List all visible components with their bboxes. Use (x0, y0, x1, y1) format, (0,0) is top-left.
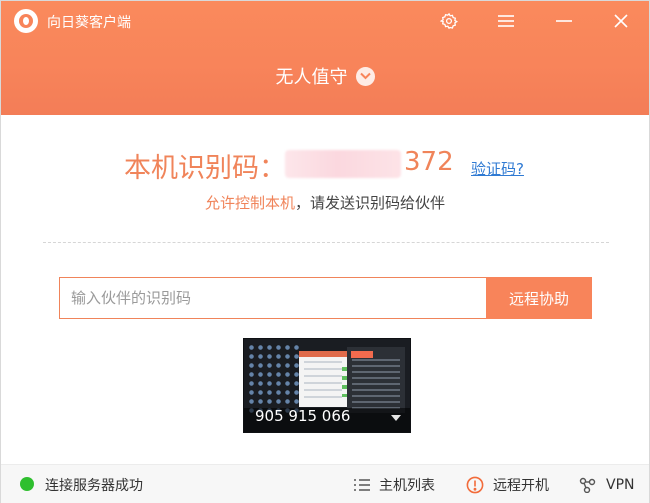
menu-button[interactable] (493, 8, 519, 34)
online-status-icon (20, 477, 34, 491)
list-icon (354, 478, 370, 491)
app-window: 向日葵客户端 无人值守 本机识别码： 372 验证码? 允许控制本机，请发送识别… (0, 0, 650, 503)
chevron-down-icon (355, 66, 375, 86)
desktop-icons-area (247, 343, 299, 413)
identity-code-redacted (285, 150, 401, 178)
vpn-label: VPN (606, 476, 635, 493)
section-divider (43, 242, 609, 243)
remote-boot-button[interactable]: 远程开机 (466, 465, 549, 503)
minimize-button[interactable] (551, 8, 577, 34)
sunflower-logo-icon (14, 9, 38, 33)
statusbar: 连接服务器成功 主机列表 远程开机 VPN (1, 464, 649, 503)
vpn-nodes-icon (579, 477, 596, 493)
mode-selector: 无人值守 (1, 63, 649, 89)
hint-text: ，请发送识别码给伙伴 (295, 194, 446, 212)
mode-label: 无人值守 (275, 67, 348, 88)
host-list-label: 主机列表 (379, 477, 435, 494)
close-button[interactable] (608, 8, 634, 34)
desktop-preview-thumbnail[interactable]: 905 915 066 (243, 338, 411, 433)
partner-connect-form: 远程协助 (59, 277, 592, 319)
remote-assist-button[interactable]: 远程协助 (486, 277, 592, 319)
identity-row: 本机识别码： 372 验证码? (1, 144, 649, 184)
identity-hint: 允许控制本机，请发送识别码给伙伴 (1, 192, 649, 213)
hint-highlight: 允许控制本机 (204, 194, 295, 212)
preview-code: 905 915 066 (255, 407, 351, 425)
gear-icon (440, 12, 458, 29)
close-icon (614, 14, 628, 28)
remote-boot-label: 远程开机 (493, 477, 549, 494)
connection-status: 连接服务器成功 (45, 478, 143, 494)
preview-window-content (304, 361, 342, 401)
caret-down-icon[interactable] (391, 415, 401, 421)
mode-dropdown[interactable]: 无人值守 (276, 63, 375, 89)
settings-button[interactable] (436, 8, 462, 34)
header: 向日葵客户端 无人值守 (1, 1, 649, 115)
partner-id-input[interactable] (59, 277, 486, 319)
titlebar[interactable]: 向日葵客户端 (1, 1, 649, 41)
host-list-button[interactable]: 主机列表 (354, 465, 435, 503)
minimize-icon (556, 20, 572, 22)
identity-label: 本机识别码： (124, 153, 286, 184)
app-title: 向日葵客户端 (47, 15, 131, 31)
identity-code-digits: 372 (404, 147, 454, 177)
vpn-button[interactable]: VPN (579, 465, 635, 503)
alert-circle-icon (466, 476, 484, 493)
verify-code-link[interactable]: 验证码? (471, 158, 524, 179)
menu-icon (498, 15, 514, 27)
preview-window-list (352, 359, 400, 409)
